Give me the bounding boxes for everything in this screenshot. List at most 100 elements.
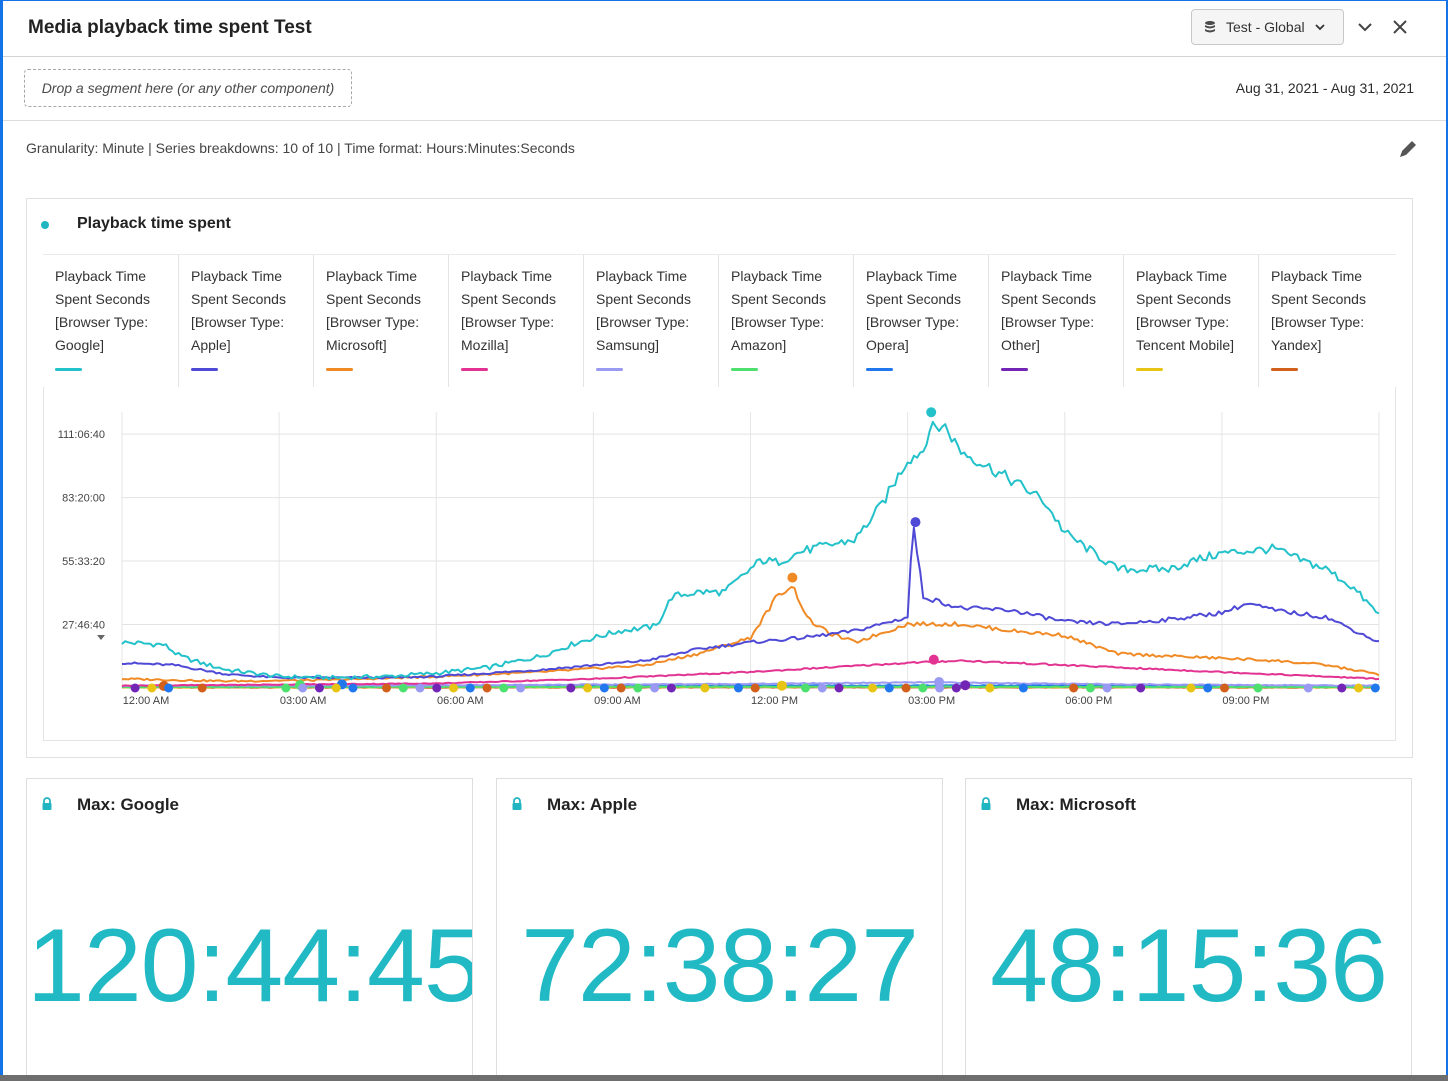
legend-item[interactable]: Playback Time Spent Seconds [Browser Typ…: [718, 255, 853, 387]
visualization-settings-summary: Granularity: Minute | Series breakdowns:…: [26, 140, 575, 156]
peak-marker: [910, 517, 921, 528]
legend-swatch: [596, 368, 623, 371]
y-tick-label: 83:20:00: [62, 493, 105, 505]
anomaly-dot: [314, 683, 324, 693]
legend-label: Playback Time Spent Seconds [Browser Typ…: [1136, 268, 1235, 353]
database-icon: [1205, 21, 1215, 33]
anomaly-dot: [1337, 683, 1347, 693]
legend-label: Playback Time Spent Seconds [Browser Typ…: [731, 268, 826, 353]
legend-item[interactable]: Playback Time Spent Seconds [Browser Typ…: [988, 255, 1123, 387]
anomaly-dot: [1186, 683, 1196, 693]
summary-card-microsoft: Max: Microsoft 48:15:36: [965, 778, 1412, 1081]
close-icon: [1393, 20, 1407, 34]
visualization-title[interactable]: Playback time spent: [77, 215, 231, 233]
anomaly-dot: [499, 683, 509, 693]
x-tick-label: 03:00 AM: [280, 695, 326, 707]
lock-icon: [42, 797, 52, 810]
legend-label: Playback Time Spent Seconds [Browser Typ…: [191, 268, 286, 353]
collapse-panel-button[interactable]: [1354, 16, 1376, 38]
legend-swatch: [191, 368, 218, 371]
panel-title: Media playback time spent Test: [28, 17, 312, 38]
anomaly-dot: [1203, 683, 1213, 693]
anomaly-dot: [800, 683, 810, 693]
anomaly-dot: [985, 683, 995, 693]
summary-card-apple: Max: Apple 72:38:27: [496, 778, 943, 1081]
close-panel-button[interactable]: [1389, 16, 1411, 38]
series-line: [121, 680, 1380, 688]
anomaly-dot: [750, 683, 760, 693]
report-suite-picker[interactable]: Test - Global: [1191, 9, 1344, 45]
anomaly-dot: [398, 683, 408, 693]
legend-swatch: [1001, 368, 1028, 371]
y-tick-label: 111:06:40: [58, 429, 105, 441]
peak-marker: [336, 679, 347, 690]
date-range[interactable]: Aug 31, 2021 - Aug 31, 2021: [1236, 80, 1414, 96]
anomaly-dot: [1354, 683, 1364, 693]
legend-item[interactable]: Playback Time Spent Seconds [Browser Typ…: [313, 255, 448, 387]
anomaly-dot: [1370, 683, 1380, 693]
anomaly-dot: [415, 683, 425, 693]
series-line: [121, 586, 1380, 683]
legend-item[interactable]: Playback Time Spent Seconds [Browser Typ…: [43, 255, 178, 387]
anomaly-dot: [1102, 683, 1112, 693]
legend-item[interactable]: Playback Time Spent Seconds [Browser Typ…: [1258, 255, 1393, 387]
edit-pencil-icon[interactable]: [1397, 138, 1419, 160]
panel-header: Media playback time spent Test Test - Gl…: [3, 1, 1446, 57]
anomaly-dot: [1253, 683, 1263, 693]
anomaly-dot: [901, 683, 911, 693]
anomaly-dot: [700, 683, 710, 693]
anomaly-dot: [1303, 683, 1313, 693]
legend-item[interactable]: Playback Time Spent Seconds [Browser Typ…: [583, 255, 718, 387]
legend-item[interactable]: Playback Time Spent Seconds [Browser Typ…: [448, 255, 583, 387]
segment-row: Drop a segment here (or any other compon…: [3, 57, 1446, 121]
legend-label: Playback Time Spent Seconds [Browser Typ…: [55, 268, 150, 353]
x-tick-label: 12:00 PM: [751, 695, 798, 707]
anomaly-dot: [733, 683, 743, 693]
anomaly-dot: [583, 683, 593, 693]
x-tick-label: 06:00 PM: [1065, 695, 1112, 707]
legend-swatch: [461, 368, 488, 371]
summary-card-value: 72:38:27: [521, 908, 919, 1024]
legend-swatch: [1271, 368, 1298, 371]
peak-marker: [928, 654, 939, 665]
x-tick-label: 06:00 AM: [437, 695, 483, 707]
anomaly-dot: [566, 683, 576, 693]
anomaly-dot: [130, 683, 140, 693]
legend-item[interactable]: Playback Time Spent Seconds [Browser Typ…: [178, 255, 313, 387]
anomaly-dot: [197, 683, 207, 693]
status-dot: [41, 221, 49, 229]
series-line: [121, 684, 1379, 689]
chevron-down-icon: [1314, 24, 1325, 31]
anomaly-dot: [482, 683, 492, 693]
series-line: [121, 659, 1380, 687]
anomaly-dot: [935, 683, 945, 693]
legend-swatch: [1136, 368, 1163, 371]
x-tick-label: 12:00 AM: [123, 695, 169, 707]
anomaly-dot: [1085, 683, 1095, 693]
peak-marker: [295, 680, 306, 691]
anomaly-dot: [449, 683, 459, 693]
legend-label: Playback Time Spent Seconds [Browser Typ…: [461, 268, 556, 353]
peak-marker: [776, 680, 787, 691]
anomaly-dot: [666, 683, 676, 693]
summary-card-value: 120:44:45: [27, 908, 473, 1024]
legend-item[interactable]: Playback Time Spent Seconds [Browser Typ…: [853, 255, 988, 387]
lock-icon: [981, 797, 991, 810]
summary-card-title: Max: Microsoft: [1016, 795, 1136, 814]
x-tick-label: 09:00 PM: [1222, 695, 1269, 707]
anomaly-dot: [834, 683, 844, 693]
legend-swatch: [731, 368, 758, 371]
y-axis-menu-icon: [97, 635, 105, 640]
report-suite-label: Test - Global: [1226, 19, 1305, 35]
peak-marker: [787, 572, 798, 583]
anomaly-dot: [331, 683, 341, 693]
legend-item[interactable]: Playback Time Spent Seconds [Browser Typ…: [1123, 255, 1258, 387]
legend-swatch: [55, 368, 82, 371]
anomaly-dot: [348, 683, 358, 693]
segment-drop-zone[interactable]: Drop a segment here (or any other compon…: [24, 69, 352, 107]
anomaly-dot: [147, 683, 157, 693]
anomaly-dot: [918, 683, 928, 693]
summary-card-title: Max: Apple: [547, 795, 638, 814]
anomaly-dot: [516, 683, 526, 693]
anomaly-dot: [1219, 683, 1229, 693]
